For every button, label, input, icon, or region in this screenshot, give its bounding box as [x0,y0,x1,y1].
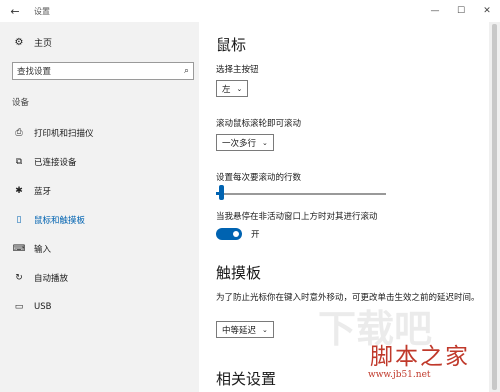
sidebar: ⚙ 主页 查找设置 ⌕ 设备 ⎙ 打印机和扫描仪 ⧉ 已连接设备 ✱ 蓝牙 ▯ … [0,22,199,392]
chevron-down-icon: ⌄ [262,138,268,147]
sidebar-item-label: USB [34,301,52,312]
sidebar-item-autoplay[interactable]: ↻ 自动播放 [0,263,199,292]
usb-icon: ▭ [14,301,24,312]
search-input[interactable]: 查找设置 ⌕ [12,62,194,80]
sidebar-item-label: 打印机和扫描仪 [34,128,94,139]
minimize-icon[interactable]: — [422,0,448,22]
chevron-down-icon: ⌄ [236,84,243,93]
sidebar-item-label: 鼠标和触摸板 [34,215,86,226]
sidebar-item-label: 输入 [34,244,52,255]
keyboard-icon: ⌨ [12,243,26,254]
search-placeholder: 查找设置 [17,67,52,77]
section-label-devices: 设备 [12,98,30,108]
mouse-heading: 鼠标 [216,36,247,54]
window-title: 设置 [34,6,50,16]
watermark-url: www.jb51.net [368,370,431,380]
scrollbar[interactable] [489,22,500,392]
lines-slider-track[interactable] [216,193,386,195]
touchpad-delay-value: 中等延迟 [222,325,257,336]
inactive-scroll-state: 开 [251,230,260,240]
sidebar-nav: ⎙ 打印机和扫描仪 ⧉ 已连接设备 ✱ 蓝牙 ▯ 鼠标和触摸板 ⌨ 输入 ↻ 自… [0,118,199,321]
title-bar: ← 设置 — ☐ ✕ [0,0,500,22]
sidebar-item-typing[interactable]: ⌨ 输入 [0,234,199,263]
sidebar-item-mouse-touchpad[interactable]: ▯ 鼠标和触摸板 [0,205,199,234]
mouse-icon: ▯ [16,214,22,225]
window-controls: — ☐ ✕ [422,0,500,22]
autoplay-icon: ↻ [15,272,23,283]
sidebar-item-usb[interactable]: ▭ USB [0,292,199,321]
home-label: 主页 [34,39,53,49]
home-link[interactable]: ⚙ 主页 [12,36,53,49]
related-settings-heading: 相关设置 [216,370,277,388]
chevron-down-icon: ⌄ [262,325,268,334]
primary-button-value: 左 [222,84,231,95]
inactive-scroll-toggle[interactable] [216,228,242,240]
maximize-icon[interactable]: ☐ [448,0,474,22]
touchpad-delay-dropdown[interactable]: 中等延迟 ⌄ [216,321,274,338]
watermark-title: 脚本之家 [370,344,470,370]
search-icon[interactable]: ⌕ [184,66,189,76]
close-icon[interactable]: ✕ [474,0,500,22]
primary-button-dropdown[interactable]: 左 ⌄ [216,80,249,97]
sidebar-item-label: 蓝牙 [34,186,52,197]
sidebar-item-bluetooth[interactable]: ✱ 蓝牙 [0,176,199,205]
touchpad-heading: 触摸板 [216,264,262,282]
sidebar-item-label: 自动播放 [34,273,69,284]
sidebar-item-printers[interactable]: ⎙ 打印机和扫描仪 [0,118,199,147]
bluetooth-icon: ✱ [15,185,23,196]
lines-label: 设置每次要滚动的行数 [216,173,302,183]
scrollbar-thumb[interactable] [492,24,497,390]
gear-icon: ⚙ [14,37,24,48]
toggle-knob [233,231,239,237]
back-arrow-icon[interactable]: ← [0,0,30,22]
sidebar-item-connected-devices[interactable]: ⧉ 已连接设备 [0,147,199,176]
scroll-value: 一次多行 [222,138,257,149]
devices-icon: ⧉ [15,156,23,167]
scroll-label: 滚动鼠标滚轮即可滚动 [216,119,302,129]
printer-icon: ⎙ [15,127,23,138]
lines-slider-thumb[interactable] [219,185,224,200]
scroll-dropdown[interactable]: 一次多行 ⌄ [216,134,274,151]
inactive-scroll-label: 当我悬停在非活动窗口上方时对其进行滚动 [216,212,378,222]
sidebar-item-label: 已连接设备 [34,157,77,168]
primary-button-label: 选择主按钮 [216,65,259,75]
